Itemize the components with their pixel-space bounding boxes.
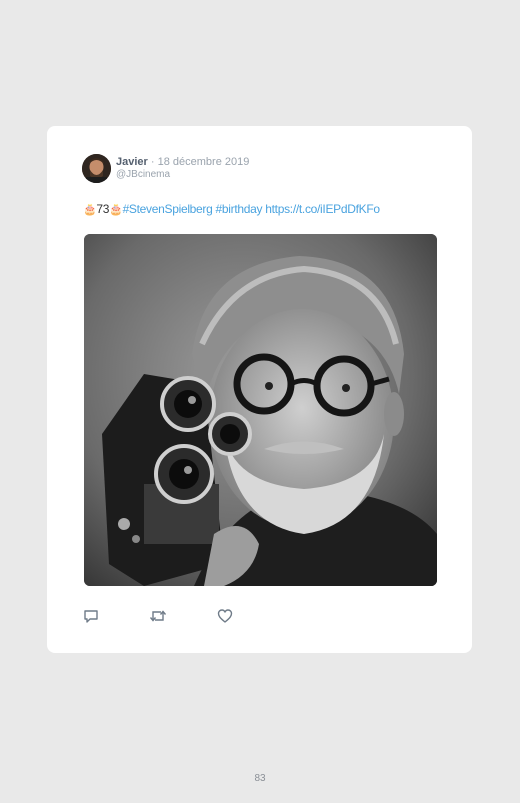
tweet-date[interactable]: 18 décembre 2019 — [158, 156, 250, 168]
cake-emoji-left: 🎂 — [83, 204, 97, 216]
reply-icon[interactable] — [83, 608, 101, 626]
author-line: Javier · 18 décembre 2019 — [116, 156, 249, 169]
tweet-photo[interactable] — [84, 234, 437, 586]
portrait-photo-illustration — [84, 234, 437, 586]
author-name[interactable]: Javier — [116, 156, 148, 168]
author-separator: · — [150, 156, 155, 168]
heart-icon[interactable] — [217, 608, 235, 626]
page-number: 83 — [254, 773, 266, 784]
tweet-url[interactable]: https://t.co/iIEPdDfKFo — [265, 202, 380, 216]
author-handle[interactable]: @JBcinema — [116, 169, 170, 181]
avatar[interactable] — [82, 154, 111, 183]
hashtag-birthday[interactable]: #birthday — [216, 202, 263, 216]
tweet-actions — [83, 608, 283, 626]
age-count: 73 — [96, 202, 110, 216]
cake-emoji-right: 🎂 — [109, 204, 123, 216]
retweet-icon[interactable] — [149, 608, 167, 626]
tweet-text: 🎂73🎂#StevenSpielberg #birthday https://t… — [83, 201, 380, 218]
tweet-card: Javier · 18 décembre 2019 @JBcinema 🎂73🎂… — [47, 126, 472, 653]
hashtag-stevenspielberg[interactable]: #StevenSpielberg — [123, 202, 213, 216]
